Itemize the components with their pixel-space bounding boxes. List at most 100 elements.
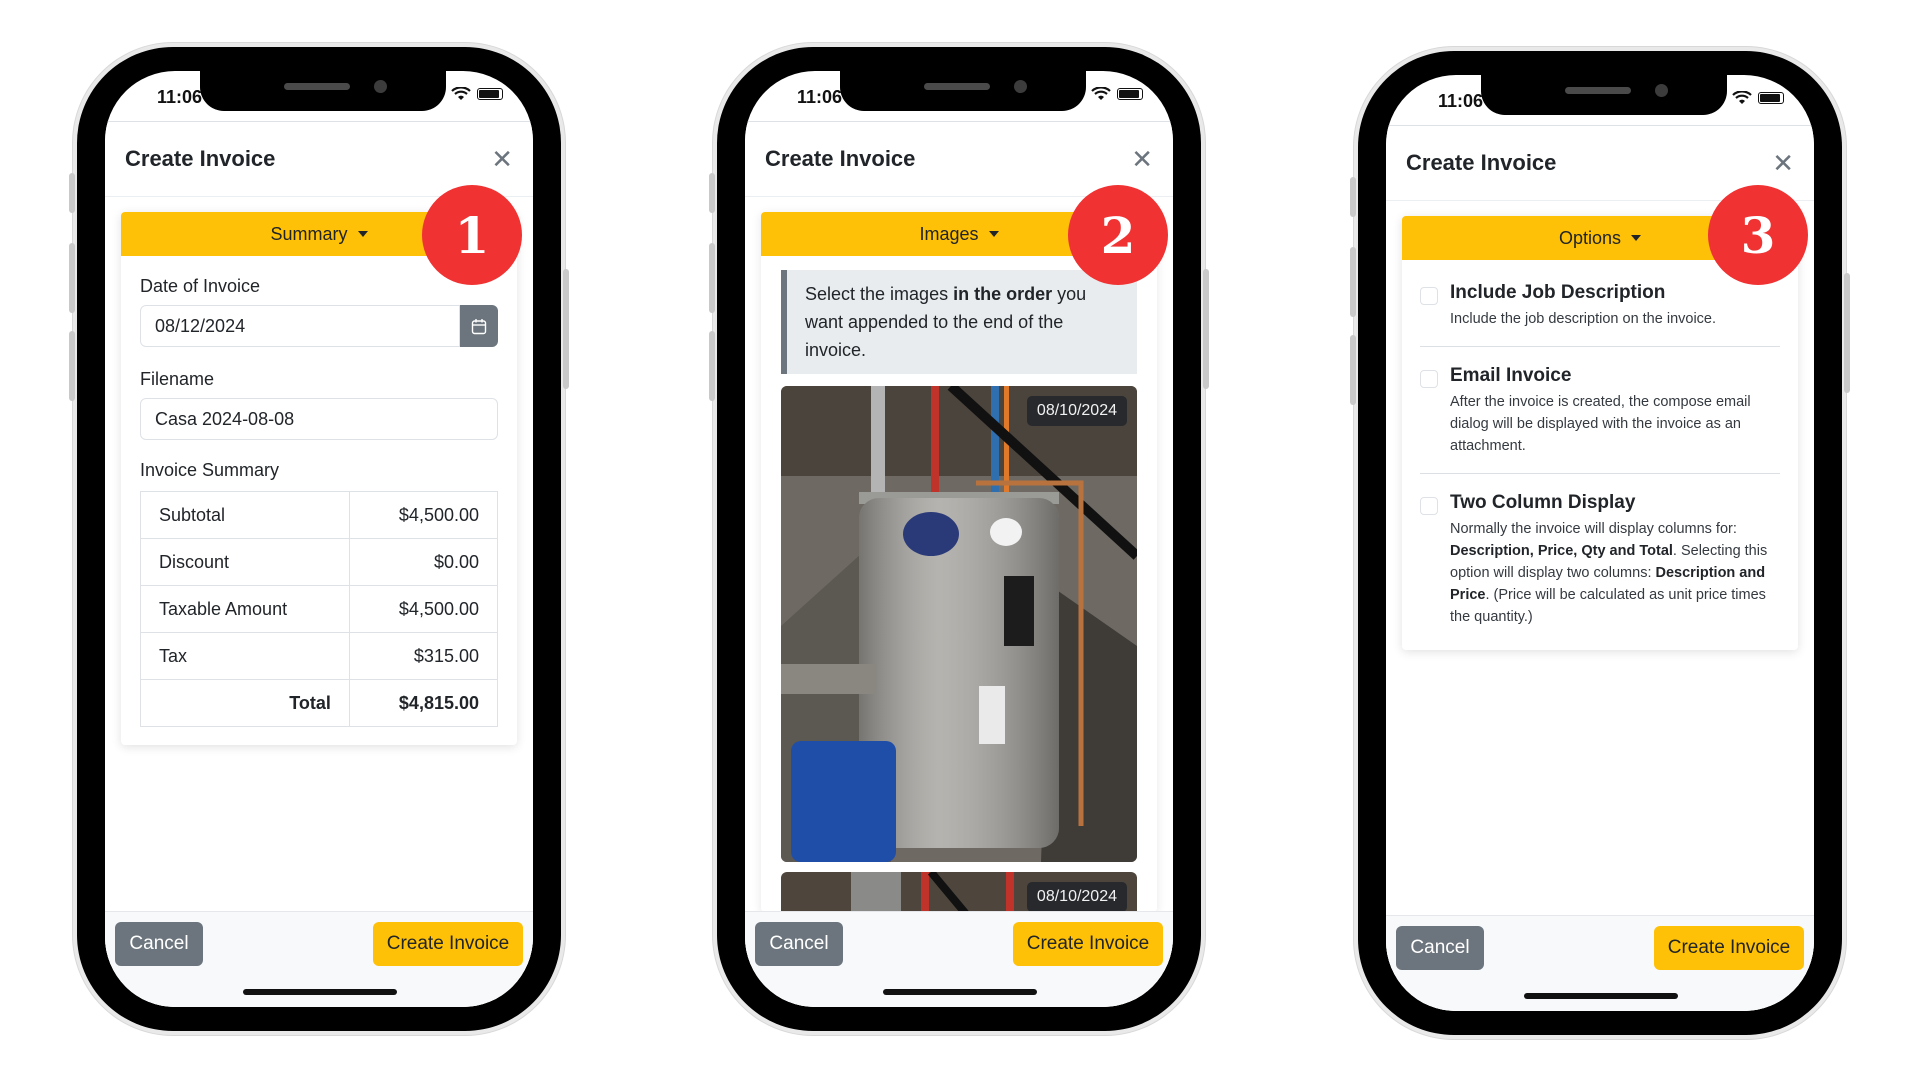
total-row: Total $4,815.00 xyxy=(140,679,499,727)
battery-icon xyxy=(477,88,503,100)
include-job-description-checkbox[interactable] xyxy=(1420,287,1438,305)
photo-item[interactable]: 08/10/2024 xyxy=(781,386,1137,862)
table-row: Subtotal $4,500.00 xyxy=(140,491,499,539)
total-value: $4,815.00 xyxy=(348,679,499,727)
step-badge-3: 3 xyxy=(1708,185,1808,285)
close-icon[interactable]: ✕ xyxy=(1772,150,1794,176)
row-label: Tax xyxy=(140,632,350,680)
cancel-button[interactable]: Cancel xyxy=(115,922,203,966)
desc-text: Normally the invoice will display column… xyxy=(1450,521,1737,537)
dropdown-label: Images xyxy=(919,223,979,244)
create-invoice-button[interactable]: Create Invoice xyxy=(373,922,523,966)
total-label: Total xyxy=(140,679,350,727)
option-description: Include the job description on the invoi… xyxy=(1450,311,1717,327)
option-title: Two Column Display xyxy=(1450,492,1636,513)
notch xyxy=(840,71,1086,111)
phone-button xyxy=(1350,335,1356,405)
row-label: Subtotal xyxy=(140,491,350,539)
phone-button xyxy=(1350,177,1356,217)
divider xyxy=(1420,346,1780,347)
divider xyxy=(1420,473,1780,474)
caret-down-icon xyxy=(1631,235,1642,241)
modal-footer: Cancel Create Invoice xyxy=(105,911,533,1007)
option-email-invoice: Email Invoice After the invoice is creat… xyxy=(1420,365,1780,457)
phone-button xyxy=(709,243,715,313)
phone-button xyxy=(69,173,75,213)
notch xyxy=(1481,75,1727,115)
date-input[interactable]: 08/12/2024 xyxy=(140,305,460,347)
modal-footer: Cancel Create Invoice xyxy=(1386,915,1814,1011)
modal-footer: Cancel Create Invoice xyxy=(745,911,1173,1007)
battery-icon xyxy=(1117,88,1143,100)
invoice-summary-label: Invoice Summary xyxy=(140,460,280,480)
table-row: Taxable Amount $4,500.00 xyxy=(140,585,499,633)
cancel-button[interactable]: Cancel xyxy=(1396,926,1484,970)
close-icon[interactable]: ✕ xyxy=(1131,146,1153,172)
close-icon[interactable]: ✕ xyxy=(491,146,513,172)
calendar-button[interactable] xyxy=(460,305,498,347)
cancel-button[interactable]: Cancel xyxy=(755,922,843,966)
table-row: Tax $315.00 xyxy=(140,632,499,680)
filename-input[interactable]: Casa 2024-08-08 xyxy=(140,398,498,440)
option-two-column-display: Two Column Display Normally the invoice … xyxy=(1420,492,1780,628)
row-value: $4,500.00 xyxy=(348,491,499,539)
row-label: Taxable Amount xyxy=(140,585,350,633)
images-instruction: Select the images in the order you want … xyxy=(781,270,1137,374)
table-row: Discount $0.00 xyxy=(140,538,499,586)
option-title: Email Invoice xyxy=(1450,365,1572,386)
phone-button xyxy=(563,269,569,389)
option-title: Include Job Description xyxy=(1450,282,1666,303)
photo-date: 08/10/2024 xyxy=(1026,396,1127,426)
desc-text: . (Price will be calculated as unit pric… xyxy=(1450,587,1766,625)
phone-button xyxy=(69,331,75,401)
row-value: $0.00 xyxy=(348,538,499,586)
date-label: Date of Invoice xyxy=(140,276,261,296)
phone-button xyxy=(1844,273,1850,393)
status-icons xyxy=(1091,87,1143,101)
step-badge-1: 1 xyxy=(422,185,522,285)
row-value: $4,500.00 xyxy=(348,585,499,633)
caret-down-icon xyxy=(988,231,999,237)
wifi-icon xyxy=(1732,91,1752,104)
phone-button xyxy=(1203,269,1209,389)
status-time: 11:06 xyxy=(1438,91,1484,111)
option-description: After the invoice is created, the compos… xyxy=(1450,394,1751,454)
phone-button xyxy=(709,173,715,213)
create-invoice-button[interactable]: Create Invoice xyxy=(1654,926,1804,970)
status-icons xyxy=(1732,91,1784,105)
row-value: $315.00 xyxy=(348,632,499,680)
email-invoice-checkbox[interactable] xyxy=(1420,370,1438,388)
invoice-summary-table: Subtotal $4,500.00 Discount $0.00 Taxable … xyxy=(140,491,499,727)
summary-card: Summary Date of Invoice 08/12/2024 Filen… xyxy=(121,212,517,745)
battery-icon xyxy=(1758,92,1784,104)
note-text: Select the images xyxy=(805,284,954,304)
photo-date: 08/10/2024 xyxy=(1026,882,1127,912)
modal-title: Create Invoice xyxy=(765,146,916,171)
status-time: 11:06 xyxy=(797,87,843,107)
dropdown-label: Options xyxy=(1558,227,1622,248)
step-badge-2: 2 xyxy=(1068,185,1168,285)
status-time: 11:06 xyxy=(157,87,203,107)
home-indicator xyxy=(243,989,397,995)
wifi-icon xyxy=(1091,87,1111,100)
photo-item[interactable]: 08/10/2024 xyxy=(781,872,1137,912)
two-column-display-checkbox[interactable] xyxy=(1420,497,1438,515)
notch xyxy=(200,71,446,111)
water-heater-photo xyxy=(781,386,1137,862)
dropdown-label: Summary xyxy=(270,223,348,244)
note-bold: in the order xyxy=(953,284,1053,304)
modal-title: Create Invoice xyxy=(1406,150,1557,175)
filename-label: Filename xyxy=(140,369,215,389)
create-invoice-button[interactable]: Create Invoice xyxy=(1013,922,1163,966)
phone-button xyxy=(1350,247,1356,317)
phone-button xyxy=(709,331,715,401)
option-description: Normally the invoice will display column… xyxy=(1450,518,1780,628)
caret-down-icon xyxy=(357,231,368,237)
home-indicator xyxy=(1524,993,1678,999)
wifi-icon xyxy=(451,87,471,100)
home-indicator xyxy=(883,989,1037,995)
status-icons xyxy=(451,87,503,101)
option-include-job-description: Include Job Description Include the job … xyxy=(1420,282,1780,330)
calendar-icon xyxy=(471,318,487,334)
phone-button xyxy=(69,243,75,313)
